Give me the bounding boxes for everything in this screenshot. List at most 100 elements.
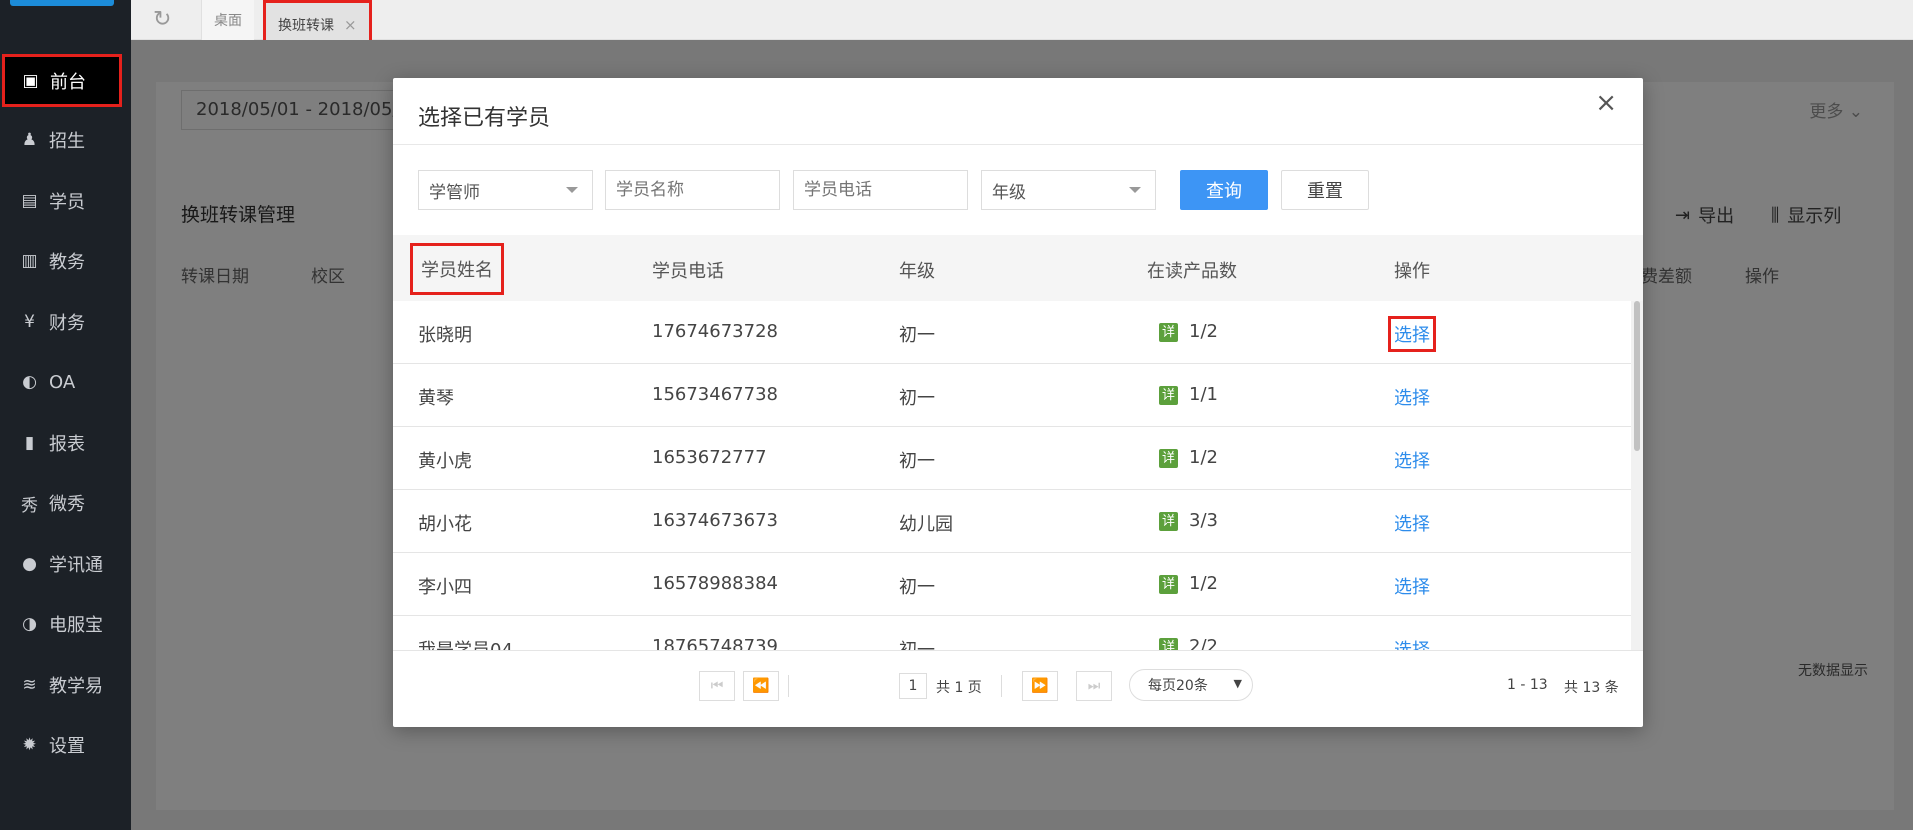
products-value: 1/2 [1189, 321, 1218, 342]
total-pages-text: 共 1 页 [936, 680, 982, 696]
action-cell: 选择 [1394, 510, 1430, 536]
teacher-select[interactable]: 学管师 [418, 170, 593, 210]
query-button[interactable]: 查询 [1180, 170, 1268, 210]
select-student-link[interactable]: 选择 [1394, 640, 1430, 650]
sidebar-item-11[interactable]: ✹ 设置 [0, 717, 131, 773]
select-student-link[interactable]: 选择 [1388, 316, 1436, 352]
tab-desktop[interactable]: 桌面 [201, 0, 254, 40]
table-row: 我是学员04 18765748739 初一 详 2/2 选择 [393, 616, 1631, 650]
last-page-icon[interactable]: ⏭ [1076, 671, 1112, 701]
sidebar-item-label: 报表 [49, 433, 85, 455]
student-phone-cell: 16374673673 [652, 510, 778, 531]
scrollbar-thumb[interactable] [1634, 301, 1640, 451]
student-phone-cell: 17674673728 [652, 321, 778, 342]
teacher-select-value: 学管师 [429, 182, 480, 203]
refresh-icon[interactable]: ↻ [153, 9, 175, 31]
grade-cell: 初一 [899, 577, 935, 598]
column-header-products[interactable]: 在读产品数 [1147, 257, 1237, 283]
column-header-student-name[interactable]: 学员姓名 [410, 243, 504, 295]
products-cell: 详 1/2 [1159, 447, 1218, 468]
student-name-cell: 黄琴 [418, 388, 454, 409]
column-header-action: 操作 [1394, 261, 1430, 282]
detail-badge[interactable]: 详 [1159, 449, 1178, 468]
student-table-body: 张晓明 17674673728 初一详 1/2 选择 黄琴 15673467738 初一详 1/… [393, 301, 1631, 650]
divider [1001, 675, 1002, 697]
grade-cell: 幼儿园 [899, 514, 953, 535]
detail-badge[interactable]: 详 [1159, 323, 1178, 342]
products-value: 1/1 [1189, 384, 1218, 405]
chat-icon: ◐ [22, 372, 37, 392]
sidebar-item-label: 前台 [50, 71, 86, 93]
sidebar-item-4[interactable]: ¥ 财务 [0, 294, 131, 350]
sidebar-item-0[interactable]: ▣ 前台 [2, 54, 122, 107]
page-size-value: 每页20条 [1148, 678, 1208, 694]
phone-icon: ◑ [22, 614, 37, 634]
grade-select-value: 年级 [992, 182, 1026, 203]
action-cell: 选择 [1394, 384, 1430, 410]
sidebar-item-8[interactable]: ● 学讯通 [0, 536, 131, 592]
sidebar-item-5[interactable]: ◐ OA [0, 354, 131, 410]
column-header-phone[interactable]: 学员电话 [652, 257, 724, 283]
products-cell: 详 3/3 [1159, 510, 1218, 531]
sidebar-item-9[interactable]: ◑ 电服宝 [0, 596, 131, 652]
student-name-input[interactable] [605, 170, 780, 210]
student-phone-cell: 16578988384 [652, 573, 778, 594]
tab-label: 桌面 [214, 13, 242, 29]
divider [788, 675, 789, 697]
range-text: 1 - 13 [1507, 677, 1548, 693]
student-name-cell: 李小四 [418, 577, 472, 598]
bar-chart-icon: ▮ [24, 432, 35, 453]
detail-badge[interactable]: 详 [1159, 575, 1178, 594]
student-phone-input[interactable] [793, 170, 968, 210]
select-student-link[interactable]: 选择 [1394, 451, 1430, 472]
location-icon: ● [22, 553, 37, 574]
close-icon[interactable]: × [1595, 88, 1617, 118]
products-cell: 详 2/2 [1159, 636, 1218, 650]
caret-down-icon [1129, 187, 1141, 193]
select-student-link[interactable]: 选择 [1394, 577, 1430, 598]
sidebar-item-label: 教学易 [49, 675, 103, 697]
column-header-grade[interactable]: 年级 [899, 257, 935, 283]
sidebar-item-1[interactable]: ♟ 招生 [0, 112, 131, 168]
student-phone-cell: 18765748739 [652, 636, 778, 650]
sidebar-item-10[interactable]: ≋ 教学易 [0, 657, 131, 713]
reset-button[interactable]: 重置 [1281, 170, 1369, 210]
sidebar-item-6[interactable]: ▮ 报表 [0, 415, 131, 471]
action-cell: 选择 [1388, 316, 1436, 352]
action-cell: 选择 [1394, 636, 1430, 650]
pagination: ⏮ ⏪ 1 共 1 页 ⏩ ⏭ 每页20条 ▼ 1 - 13 共 13 条 [393, 650, 1643, 727]
first-page-icon[interactable]: ⏮ [699, 671, 735, 701]
next-page-icon[interactable]: ⏩ [1022, 671, 1058, 701]
select-student-link[interactable]: 选择 [1394, 514, 1430, 535]
table-row: 李小四 16578988384 初一 详 1/2 选择 [393, 553, 1631, 616]
close-icon[interactable]: × [344, 16, 357, 34]
page-number-input[interactable]: 1 [899, 673, 927, 699]
sidebar-item-label: 招生 [49, 131, 85, 152]
total-count-text: 共 13 条 [1564, 680, 1619, 696]
brand-logo [10, 0, 114, 6]
action-cell: 选择 [1394, 573, 1430, 599]
detail-badge[interactable]: 详 [1159, 386, 1178, 405]
book-icon: ▥ [21, 251, 38, 271]
page-size-select[interactable]: 每页20条 ▼ [1129, 669, 1253, 701]
sidebar-item-label: 财务 [49, 312, 85, 334]
grade-select[interactable]: 年级 [981, 170, 1156, 210]
student-name-cell: 我是学员04 [418, 636, 513, 650]
tab-bar: ↻ 桌面 换班转课 × [131, 0, 1913, 50]
products-cell: 详 1/2 [1159, 573, 1218, 594]
prev-page-icon[interactable]: ⏪ [743, 671, 779, 701]
sidebar-item-3[interactable]: ▥ 教务 [0, 233, 131, 289]
sidebar-item-2[interactable]: ▤ 学员 [0, 173, 131, 229]
products-value: 1/2 [1189, 447, 1218, 468]
sidebar-item-label: 教务 [49, 252, 85, 273]
products-value: 3/3 [1189, 510, 1218, 531]
sidebar-item-label: 电服宝 [49, 615, 103, 636]
sidebar-item-7[interactable]: 秀微秀 [0, 475, 131, 531]
table-header: 学员姓名 学员电话 年级 在读产品数 操作 [393, 235, 1643, 301]
select-student-link[interactable]: 选择 [1394, 388, 1430, 409]
detail-badge[interactable]: 详 [1159, 638, 1178, 650]
divider [393, 144, 1643, 145]
caret-down-icon [566, 187, 578, 193]
table-row: 张晓明 17674673728 初一 详 1/2 选择 [393, 301, 1631, 364]
detail-badge[interactable]: 详 [1159, 512, 1178, 531]
